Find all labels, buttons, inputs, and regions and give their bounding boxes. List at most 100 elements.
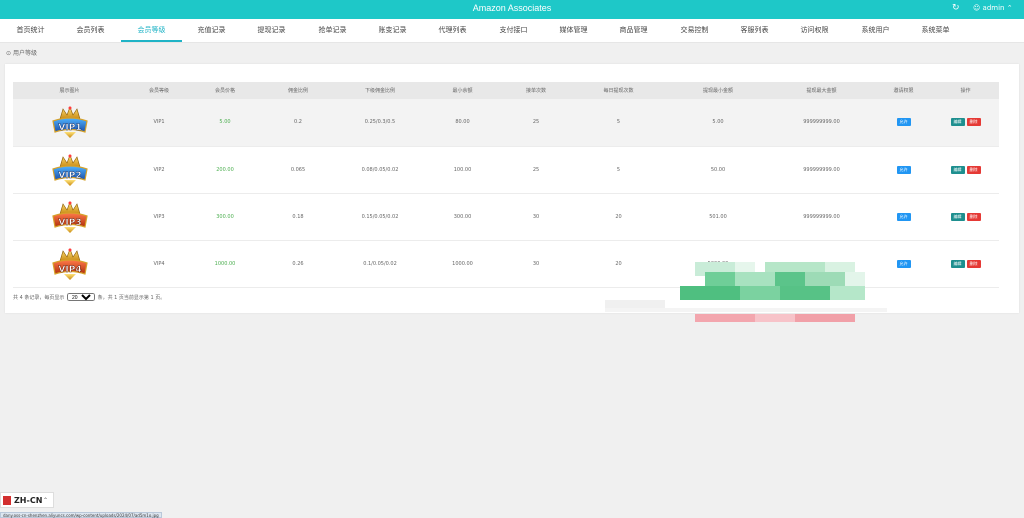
min-balance-cell: 80.00	[422, 99, 503, 147]
permission-cell: 允许	[875, 193, 932, 241]
nav-item-system-menu[interactable]: 系统菜单	[905, 25, 966, 35]
commission-cell: 0.065	[258, 146, 338, 194]
flag-icon	[3, 496, 11, 505]
withdraw-max-cell: 999999999.00	[768, 146, 875, 194]
nav-item-member-levels[interactable]: 会员等级	[121, 25, 182, 35]
nav-item-trade-control[interactable]: 交易控制	[664, 25, 725, 35]
nav-item-access[interactable]: 访问权限	[784, 25, 845, 35]
badge-text: VIP4	[58, 265, 81, 275]
sub-commission-cell: 0.25/0.3/0.5	[338, 99, 422, 147]
col-header-sub-commission: 下级佣金比例	[338, 82, 422, 99]
col-header-commission: 佣金比例	[258, 82, 338, 99]
permission-badge[interactable]: 允许	[896, 212, 911, 221]
edit-button[interactable]: 编辑	[950, 165, 965, 174]
orders-cell: 25	[503, 146, 569, 194]
nav-item-payment[interactable]: 支付接口	[483, 25, 544, 35]
min-balance-cell: 1000.00	[422, 240, 503, 288]
table-row: VIP1 VIP1 5.00 0.2 0.25/0.3/0.5 80.00 25…	[13, 99, 999, 147]
badge-cell: VIP2	[13, 146, 126, 194]
delete-button[interactable]: 删除	[966, 212, 981, 221]
commission-cell: 0.18	[258, 193, 338, 241]
nav-item-recharge[interactable]: 充值记录	[181, 25, 242, 35]
delete-button[interactable]: 删除	[966, 118, 981, 127]
actions-cell: 编辑 删除	[932, 99, 999, 147]
pager-suffix: 条，共 1 页当前显示第 1 页。	[97, 295, 166, 301]
withdraw-min-cell: 501.00	[668, 193, 768, 241]
level-cell: VIP3	[126, 193, 192, 241]
pager-prefix: 共 4 条记录，每页显示	[13, 295, 65, 301]
sub-commission-cell: 0.1/0.05/0.02	[338, 240, 422, 288]
badge-cell: VIP4	[13, 240, 126, 288]
commission-cell: 0.2	[258, 99, 338, 147]
edit-button[interactable]: 编辑	[950, 212, 965, 221]
nav-item-balance-changes[interactable]: 账变记录	[362, 25, 423, 35]
nav-item-system-users[interactable]: 系统用户	[845, 25, 906, 35]
orders-cell: 30	[503, 240, 569, 288]
app-title: Amazon Associates	[472, 3, 552, 13]
refresh-icon[interactable]: ↻	[952, 3, 960, 13]
user-icon: ☺	[973, 4, 981, 12]
permission-badge[interactable]: 允许	[896, 165, 911, 174]
table-row: VIP2 VIP2 200.00 0.065 0.08/0.05/0.02 10…	[13, 146, 999, 194]
col-header-image: 展示图片	[13, 82, 126, 99]
badge-cell: VIP1	[13, 99, 126, 147]
level-cell: VIP1	[126, 99, 192, 147]
price-cell: 1000.00	[192, 240, 258, 288]
top-bar: Amazon Associates ↻ ☺ admin ⌃	[0, 0, 1024, 19]
nav-item-withdraw[interactable]: 提现记录	[241, 25, 302, 35]
orders-cell: 25	[503, 99, 569, 147]
daily-withdraw-cell: 20	[569, 193, 668, 241]
user-menu[interactable]: ☺ admin ⌃	[973, 4, 1013, 12]
daily-withdraw-cell: 5	[569, 146, 668, 194]
edit-button[interactable]: 编辑	[950, 259, 965, 268]
withdraw-min-cell: 5.00	[668, 99, 768, 147]
breadcrumb: ⊙ 用户等级	[6, 48, 37, 57]
actions-cell: 编辑 删除	[932, 146, 999, 194]
nav-item-members[interactable]: 会员列表	[60, 25, 121, 35]
col-header-actions: 操作	[932, 82, 999, 99]
language-label: ZH-CN	[14, 496, 43, 505]
col-header-orders: 接单次数	[503, 82, 569, 99]
badge-text: VIP1	[58, 123, 81, 133]
vip-badge-image: VIP3	[51, 200, 88, 233]
min-balance-cell: 300.00	[422, 193, 503, 241]
nav-item-dashboard[interactable]: 首页统计	[0, 25, 61, 35]
nav-item-agents[interactable]: 代理列表	[422, 25, 483, 35]
nav-item-orders[interactable]: 抢单记录	[302, 25, 363, 35]
permission-cell: 允许	[875, 146, 932, 194]
nav-item-support[interactable]: 客服列表	[724, 25, 785, 35]
level-cell: VIP4	[126, 240, 192, 288]
withdraw-max-cell: 999999999.00	[768, 193, 875, 241]
language-switcher[interactable]: ZH-CN ⌃	[0, 492, 54, 508]
active-tab-indicator	[121, 40, 182, 42]
delete-button[interactable]: 删除	[966, 259, 981, 268]
edit-button[interactable]: 编辑	[950, 118, 965, 127]
sub-commission-cell: 0.08/0.05/0.02	[338, 146, 422, 194]
permission-badge[interactable]: 允许	[896, 118, 911, 127]
price-cell: 200.00	[192, 146, 258, 194]
status-bar-url: dany.oss-cn-shenzhen.aliyuncs.com/wp-con…	[0, 512, 162, 518]
sub-commission-cell: 0.15/0.05/0.02	[338, 193, 422, 241]
orders-cell: 30	[503, 193, 569, 241]
nav-item-media[interactable]: 媒体管理	[543, 25, 604, 35]
nav-item-products[interactable]: 商品管理	[603, 25, 664, 35]
permission-cell: 允许	[875, 99, 932, 147]
actions-cell: 编辑 删除	[932, 240, 999, 288]
withdraw-min-cell: 50.00	[668, 146, 768, 194]
vip-badge-image: VIP2	[51, 153, 88, 186]
commission-cell: 0.26	[258, 240, 338, 288]
delete-button[interactable]: 删除	[966, 165, 981, 174]
main-nav: 首页统计 会员列表 会员等级 充值记录 提现记录 抢单记录 账变记录 代理列表 …	[0, 19, 1024, 43]
pagination: 共 4 条记录，每页显示 20 条，共 1 页当前显示第 1 页。	[13, 293, 165, 301]
actions-cell: 编辑 删除	[932, 193, 999, 241]
page-size-select[interactable]: 20	[66, 293, 95, 301]
col-header-withdraw-max: 提现最大金额	[768, 82, 875, 99]
permission-badge[interactable]: 允许	[896, 259, 911, 268]
table-row: VIP3 VIP3 300.00 0.18 0.15/0.05/0.02 300…	[13, 193, 999, 241]
vip-badge-image: VIP1	[51, 106, 88, 139]
price-cell: 300.00	[192, 193, 258, 241]
levels-table: 展示图片 会员等级 会员价格 佣金比例 下级佣金比例 最小余额 接单次数 每日提…	[13, 82, 999, 288]
badge-text: VIP2	[58, 171, 81, 181]
chevron-up-icon: ⌃	[1006, 4, 1013, 12]
breadcrumb-label: 用户等级	[12, 50, 37, 57]
